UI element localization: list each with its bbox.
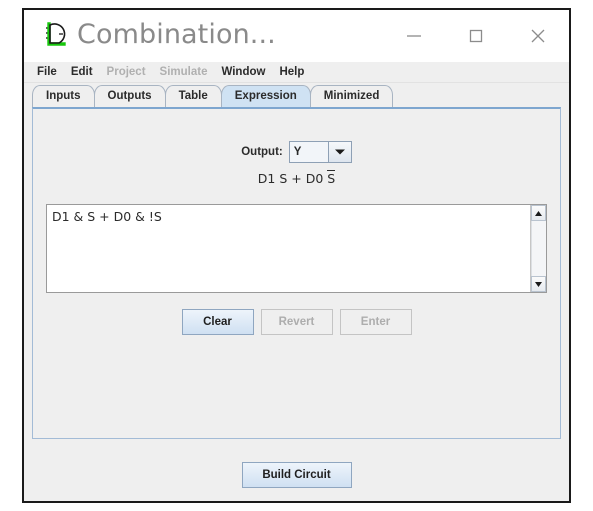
tab-inputs[interactable]: Inputs: [32, 85, 95, 107]
window-controls: [383, 10, 569, 62]
footer-bar: Build Circuit: [24, 449, 569, 501]
title-bar: Combination...: [24, 10, 569, 62]
menu-item-help[interactable]: Help: [272, 62, 311, 82]
expression-scrollbar[interactable]: [530, 205, 546, 292]
menu-item-simulate: Simulate: [159, 66, 208, 78]
logic-gate-icon: [37, 19, 71, 53]
minimize-button[interactable]: [383, 10, 445, 62]
tab-outputs[interactable]: Outputs: [93, 85, 166, 107]
scroll-down-icon[interactable]: [531, 276, 546, 292]
menu-item-edit[interactable]: Edit: [64, 62, 100, 82]
menu-item-file[interactable]: File: [30, 62, 64, 82]
menu-item-project: Project: [106, 66, 146, 78]
maximize-button[interactable]: [445, 10, 507, 62]
scroll-up-icon[interactable]: [531, 205, 546, 221]
formula-part-2-overlined: S: [327, 170, 336, 186]
formula-part-1: D1 S + D0: [257, 171, 328, 186]
tab-expression[interactable]: Expression: [220, 85, 311, 107]
window-title: Combination...: [77, 19, 276, 50]
menu-bar: File Edit Project Simulate Window Help: [24, 62, 569, 83]
action-buttons: Clear Revert Enter: [33, 309, 560, 335]
close-button[interactable]: [507, 10, 569, 62]
output-select-value: Y: [289, 142, 328, 162]
enter-button: Enter: [339, 309, 412, 335]
tab-strip: Inputs Outputs Table Expression Minimize…: [24, 83, 569, 107]
output-selector-row: Output: Y: [33, 141, 560, 163]
expression-textarea-wrapper: D1 & S + D0 & !S: [46, 204, 547, 293]
expression-panel: Output: Y D1 S + D0 S D1 & S + D0 & !S C…: [32, 107, 561, 439]
tab-table[interactable]: Table: [164, 85, 222, 107]
scrollbar-track[interactable]: [531, 221, 546, 276]
menu-item-window[interactable]: Window: [214, 62, 272, 82]
tab-minimized[interactable]: Minimized: [309, 85, 394, 107]
formula-display: D1 S + D0 S: [33, 170, 560, 186]
build-circuit-button[interactable]: Build Circuit: [241, 462, 352, 488]
chevron-down-icon[interactable]: [327, 142, 351, 162]
expression-input[interactable]: D1 & S + D0 & !S: [47, 205, 530, 292]
output-select[interactable]: Y: [288, 141, 352, 163]
clear-button[interactable]: Clear: [181, 309, 254, 335]
application-window: Combination... File Edit Project Simulat…: [22, 8, 571, 503]
revert-button: Revert: [260, 309, 333, 335]
output-label: Output:: [241, 146, 283, 158]
